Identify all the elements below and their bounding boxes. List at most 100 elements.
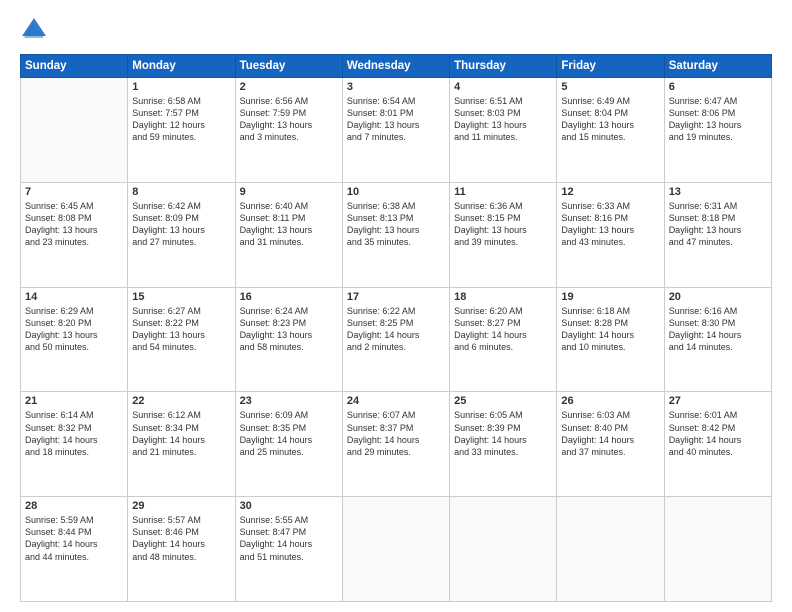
calendar-cell: 15Sunrise: 6:27 AMSunset: 8:22 PMDayligh…	[128, 287, 235, 392]
calendar-cell: 7 Sunrise: 6:45 AMSunset: 8:08 PMDaylight…	[21, 182, 128, 287]
calendar-cell: 19 Sunrise: 6:18 AMSunset: 8:28 PMDayligh…	[557, 287, 664, 392]
day-info: Sunrise: 6:22 AMSunset: 8:25 PMDaylight:…	[347, 305, 445, 354]
day-number: 12	[561, 186, 659, 198]
weekday-header: Wednesday	[342, 55, 449, 78]
day-info: Sunrise: 6:01 AMSunset: 8:42 PMDaylight:…	[669, 409, 767, 458]
day-info: Sunrise: 6:58 AMSunset: 7:57 PMDaylight:…	[132, 95, 230, 144]
day-info: Sunrise: 6:42 AMSunset: 8:09 PMDaylight:…	[132, 200, 230, 249]
calendar-cell: 22 Sunrise: 6:12 AMSunset: 8:34 PMDayligh…	[128, 392, 235, 497]
calendar-table: SundayMondayTuesdayWednesdayThursdayFrid…	[20, 54, 772, 602]
day-info: Sunrise: 6:20 AMSunset: 8:27 PMDaylight:…	[454, 305, 552, 354]
calendar-week-row: 1 Sunrise: 6:58 AMSunset: 7:57 PMDaylight…	[21, 78, 772, 183]
calendar-week-row: 21 Sunrise: 6:14 AMSunset: 8:32 PMDayligh…	[21, 392, 772, 497]
day-info: Sunrise: 6:47 AMSunset: 8:06 PMDaylight:…	[669, 95, 767, 144]
day-number: 25	[454, 395, 552, 407]
day-number: 8	[132, 186, 230, 198]
calendar-cell	[664, 497, 771, 602]
day-number: 4	[454, 81, 552, 93]
day-info: Sunrise: 6:31 AMSunset: 8:18 PMDaylight:…	[669, 200, 767, 249]
day-info: Sunrise: 6:36 AMSunset: 8:15 PMDaylight:…	[454, 200, 552, 249]
calendar-cell: 1 Sunrise: 6:58 AMSunset: 7:57 PMDaylight…	[128, 78, 235, 183]
calendar-cell: 5Sunrise: 6:49 AMSunset: 8:04 PMDaylight…	[557, 78, 664, 183]
day-number: 2	[240, 81, 338, 93]
calendar-cell: 23Sunrise: 6:09 AMSunset: 8:35 PMDayligh…	[235, 392, 342, 497]
day-number: 10	[347, 186, 445, 198]
logo	[20, 16, 52, 44]
day-number: 7	[25, 186, 123, 198]
calendar-cell: 26 Sunrise: 6:03 AMSunset: 8:40 PMDayligh…	[557, 392, 664, 497]
calendar-cell: 10 Sunrise: 6:38 AMSunset: 8:13 PMDayligh…	[342, 182, 449, 287]
day-number: 29	[132, 500, 230, 512]
calendar-week-row: 28 Sunrise: 5:59 AMSunset: 8:44 PMDayligh…	[21, 497, 772, 602]
calendar-cell: 4 Sunrise: 6:51 AMSunset: 8:03 PMDaylight…	[450, 78, 557, 183]
calendar-cell: 3Sunrise: 6:54 AMSunset: 8:01 PMDaylight…	[342, 78, 449, 183]
calendar-cell: 18Sunrise: 6:20 AMSunset: 8:27 PMDayligh…	[450, 287, 557, 392]
day-info: Sunrise: 5:59 AMSunset: 8:44 PMDaylight:…	[25, 514, 123, 563]
weekday-header: Saturday	[664, 55, 771, 78]
day-info: Sunrise: 6:09 AMSunset: 8:35 PMDaylight:…	[240, 409, 338, 458]
calendar-cell: 30 Sunrise: 5:55 AMSunset: 8:47 PMDayligh…	[235, 497, 342, 602]
page: SundayMondayTuesdayWednesdayThursdayFrid…	[0, 0, 792, 612]
calendar-cell: 6 Sunrise: 6:47 AMSunset: 8:06 PMDaylight…	[664, 78, 771, 183]
calendar-cell	[557, 497, 664, 602]
calendar-cell: 13 Sunrise: 6:31 AMSunset: 8:18 PMDayligh…	[664, 182, 771, 287]
calendar-cell: 28 Sunrise: 5:59 AMSunset: 8:44 PMDayligh…	[21, 497, 128, 602]
calendar-cell: 14Sunrise: 6:29 AMSunset: 8:20 PMDayligh…	[21, 287, 128, 392]
day-info: Sunrise: 6:33 AMSunset: 8:16 PMDaylight:…	[561, 200, 659, 249]
weekday-header: Tuesday	[235, 55, 342, 78]
day-info: Sunrise: 6:38 AMSunset: 8:13 PMDaylight:…	[347, 200, 445, 249]
calendar-cell: 11 Sunrise: 6:36 AMSunset: 8:15 PMDayligh…	[450, 182, 557, 287]
calendar-week-row: 7 Sunrise: 6:45 AMSunset: 8:08 PMDaylight…	[21, 182, 772, 287]
calendar-cell: 21 Sunrise: 6:14 AMSunset: 8:32 PMDayligh…	[21, 392, 128, 497]
day-info: Sunrise: 6:29 AMSunset: 8:20 PMDaylight:…	[25, 305, 123, 354]
day-number: 16	[240, 291, 338, 303]
calendar-cell: 29 Sunrise: 5:57 AMSunset: 8:46 PMDayligh…	[128, 497, 235, 602]
day-info: Sunrise: 6:14 AMSunset: 8:32 PMDaylight:…	[25, 409, 123, 458]
calendar-cell: 24 Sunrise: 6:07 AMSunset: 8:37 PMDayligh…	[342, 392, 449, 497]
calendar-cell	[450, 497, 557, 602]
day-info: Sunrise: 6:07 AMSunset: 8:37 PMDaylight:…	[347, 409, 445, 458]
day-number: 28	[25, 500, 123, 512]
day-info: Sunrise: 5:57 AMSunset: 8:46 PMDaylight:…	[132, 514, 230, 563]
day-number: 11	[454, 186, 552, 198]
day-number: 6	[669, 81, 767, 93]
day-info: Sunrise: 6:12 AMSunset: 8:34 PMDaylight:…	[132, 409, 230, 458]
day-info: Sunrise: 6:05 AMSunset: 8:39 PMDaylight:…	[454, 409, 552, 458]
day-info: Sunrise: 6:03 AMSunset: 8:40 PMDaylight:…	[561, 409, 659, 458]
calendar-cell: 12 Sunrise: 6:33 AMSunset: 8:16 PMDayligh…	[557, 182, 664, 287]
calendar-cell: 9Sunrise: 6:40 AMSunset: 8:11 PMDaylight…	[235, 182, 342, 287]
day-number: 3	[347, 81, 445, 93]
day-info: Sunrise: 5:55 AMSunset: 8:47 PMDaylight:…	[240, 514, 338, 563]
calendar-cell: 16 Sunrise: 6:24 AMSunset: 8:23 PMDayligh…	[235, 287, 342, 392]
day-number: 5	[561, 81, 659, 93]
day-info: Sunrise: 6:45 AMSunset: 8:08 PMDaylight:…	[25, 200, 123, 249]
logo-icon	[20, 16, 48, 44]
calendar-cell	[342, 497, 449, 602]
day-info: Sunrise: 6:56 AMSunset: 7:59 PMDaylight:…	[240, 95, 338, 144]
day-number: 30	[240, 500, 338, 512]
calendar-body: 1 Sunrise: 6:58 AMSunset: 7:57 PMDaylight…	[21, 78, 772, 602]
calendar-week-row: 14Sunrise: 6:29 AMSunset: 8:20 PMDayligh…	[21, 287, 772, 392]
calendar-cell: 20Sunrise: 6:16 AMSunset: 8:30 PMDayligh…	[664, 287, 771, 392]
day-info: Sunrise: 6:24 AMSunset: 8:23 PMDaylight:…	[240, 305, 338, 354]
calendar-cell: 27Sunrise: 6:01 AMSunset: 8:42 PMDayligh…	[664, 392, 771, 497]
calendar-cell: 17 Sunrise: 6:22 AMSunset: 8:25 PMDayligh…	[342, 287, 449, 392]
header	[20, 16, 772, 44]
day-number: 1	[132, 81, 230, 93]
day-number: 24	[347, 395, 445, 407]
day-number: 26	[561, 395, 659, 407]
day-number: 19	[561, 291, 659, 303]
day-info: Sunrise: 6:51 AMSunset: 8:03 PMDaylight:…	[454, 95, 552, 144]
day-number: 17	[347, 291, 445, 303]
day-number: 15	[132, 291, 230, 303]
day-number: 22	[132, 395, 230, 407]
weekday-header: Monday	[128, 55, 235, 78]
day-info: Sunrise: 6:40 AMSunset: 8:11 PMDaylight:…	[240, 200, 338, 249]
calendar-cell	[21, 78, 128, 183]
day-number: 20	[669, 291, 767, 303]
day-number: 13	[669, 186, 767, 198]
weekday-header: Thursday	[450, 55, 557, 78]
day-number: 21	[25, 395, 123, 407]
day-info: Sunrise: 6:18 AMSunset: 8:28 PMDaylight:…	[561, 305, 659, 354]
calendar-cell: 2 Sunrise: 6:56 AMSunset: 7:59 PMDaylight…	[235, 78, 342, 183]
